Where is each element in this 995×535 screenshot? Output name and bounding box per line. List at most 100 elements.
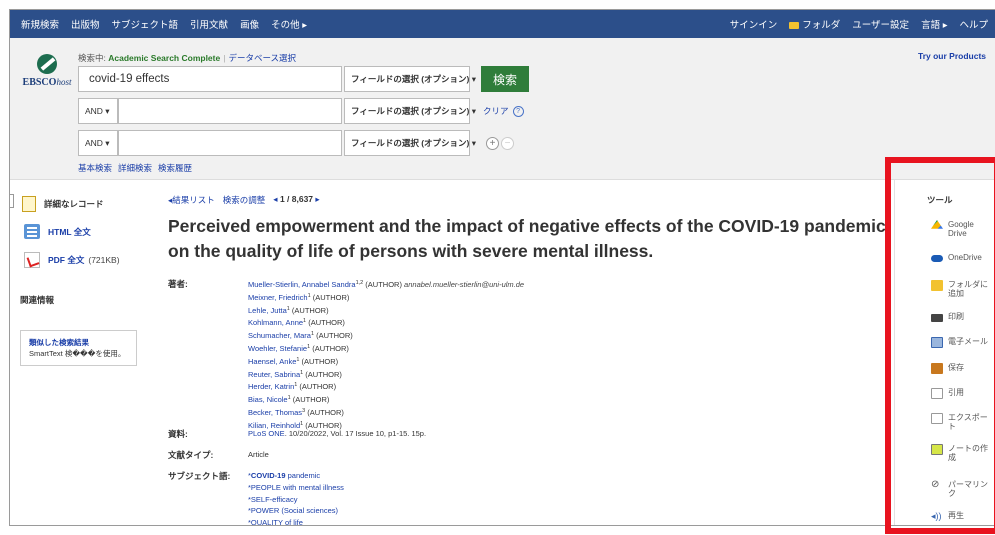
similar-results-link[interactable]: 類似した検索結果 <box>29 337 128 348</box>
nav-item-1[interactable]: 出版物 <box>71 17 100 31</box>
choose-database-link[interactable]: データベース選択 <box>228 53 296 63</box>
tool-permalink[interactable]: ⊘ パーマリンク <box>931 480 994 499</box>
onedrive-icon <box>931 255 943 262</box>
logo-text: EBSCO <box>22 77 57 88</box>
clear-link[interactable]: クリア <box>483 105 509 117</box>
doctype-value: Article <box>248 450 269 459</box>
nav-item-4[interactable]: 画像 <box>240 17 259 31</box>
tool-export[interactable]: エクスポート <box>931 413 994 431</box>
author-link[interactable]: Lehle, Jutta <box>248 306 287 315</box>
try-products-link[interactable]: Try our Products <box>918 51 986 61</box>
field-select-3[interactable]: フィールドの選択 (オプション) ▾ <box>344 130 476 156</box>
primary-nav: 新規検索 出版物 サブジェクト語 引用文献 画像 その他 ▸ <box>10 17 307 31</box>
tool-folder[interactable]: フォルダに追加 <box>931 280 994 298</box>
google-drive-icon <box>931 220 943 229</box>
sidebar-collapse-handle[interactable] <box>10 194 14 208</box>
search-row-3: AND ▾ フィールドの選択 (オプション) ▾ + − <box>78 130 514 156</box>
help-link[interactable]: ヘルプ <box>959 17 988 31</box>
language-menu[interactable]: 言語 ▸ <box>921 17 947 31</box>
tool-label: Google Drive <box>948 220 974 238</box>
search-button[interactable]: 検索 <box>481 66 529 92</box>
detailed-record-item[interactable]: 詳細なレコード <box>22 196 104 212</box>
author-link[interactable]: Becker, Thomas <box>248 408 302 417</box>
next-result-icon[interactable]: ▸ <box>315 194 319 204</box>
add-row-icon[interactable]: + <box>486 136 499 150</box>
pdf-icon <box>24 252 40 268</box>
author-link[interactable]: Haensel, Anke <box>248 357 296 366</box>
authors-label: 著者: <box>168 279 188 289</box>
search-history-link[interactable]: 検索履歴 <box>158 162 192 174</box>
result-position: 1 / 8,637 <box>279 194 314 204</box>
search-input-3[interactable] <box>118 130 342 156</box>
author-role: (AUTHOR) <box>310 292 350 302</box>
subject-link[interactable]: *COVID-19 pandemic <box>248 471 320 480</box>
refine-search-link[interactable]: 検索の調整 <box>223 194 266 206</box>
nav-item-5[interactable]: その他 ▸ <box>271 17 307 31</box>
tool-save[interactable]: 保存 <box>931 363 994 374</box>
signin-link[interactable]: サインイン <box>730 17 778 31</box>
pdf-fulltext-label: PDF 全文 <box>48 255 85 265</box>
subject-link[interactable]: *PEOPLE with mental illness <box>248 483 344 492</box>
subject-link[interactable]: *QUALITY of life <box>248 518 303 525</box>
user-settings-link[interactable]: ユーザー設定 <box>852 17 909 31</box>
nav-item-0[interactable]: 新規検索 <box>21 17 59 31</box>
tool-email[interactable]: 電子メール <box>931 337 994 348</box>
tools-panel: ツール » Google DriveOneDriveフォルダに追加印刷電子メール… <box>894 180 995 525</box>
subjects-list: *COVID-19 pandemic *PEOPLE with mental il… <box>248 470 344 525</box>
email-icon <box>931 337 943 348</box>
author-link[interactable]: Meixner, Friedrich <box>248 293 308 302</box>
field-select-2[interactable]: フィールドの選択 (オプション) ▾ <box>344 98 476 124</box>
author-row: Bias, Nicole1 (AUTHOR) <box>248 393 524 406</box>
database-name: Academic Search Complete <box>108 53 221 63</box>
nav-item-2[interactable]: サブジェクト語 <box>112 17 179 31</box>
tool-print[interactable]: 印刷 <box>931 312 994 322</box>
journal-link[interactable]: PLoS ONE <box>248 429 285 438</box>
author-row: Kohlmann, Anne1 (AUTHOR) <box>248 316 524 329</box>
html-fulltext-link[interactable]: HTML 全文 <box>24 224 91 239</box>
tool-listen[interactable]: ◂)) 再生 <box>931 511 994 522</box>
author-link[interactable]: Kohlmann, Anne <box>248 318 303 327</box>
remove-row-icon[interactable]: − <box>501 136 514 150</box>
pdf-size: (721KB) <box>88 255 120 265</box>
author-link[interactable]: Herder, Katrin <box>248 382 294 391</box>
author-link[interactable]: Woehler, Stefanie <box>248 344 307 353</box>
folder-link[interactable]: フォルダ <box>789 17 840 31</box>
row-controls: + − <box>486 136 514 150</box>
note-icon <box>931 444 943 455</box>
author-link[interactable]: Mueller-Stierlin, Annabel Sandra <box>248 280 356 289</box>
basic-search-link[interactable]: 基本検索 <box>78 162 112 174</box>
boolean-select-3[interactable]: AND ▾ <box>78 130 118 156</box>
tool-note[interactable]: ノートの作成 <box>931 444 994 462</box>
top-navigation-bar: 新規検索 出版物 サブジェクト語 引用文献 画像 その他 ▸ サインイン フォルダ ユーザ… <box>10 10 995 38</box>
author-role: (AUTHOR) <box>290 395 330 405</box>
subject-row: *SELF-efficacy <box>248 494 344 506</box>
result-list-link[interactable]: ◂結果リスト <box>168 194 215 206</box>
boolean-select-2[interactable]: AND ▾ <box>78 98 118 124</box>
help-icon[interactable]: ? <box>512 105 524 117</box>
previous-result-icon[interactable]: ◂ <box>273 194 277 204</box>
subject-link[interactable]: *POWER (Social sciences) <box>248 506 338 515</box>
field-select-1[interactable]: フィールドの選択 (オプション) ▾ <box>344 66 476 92</box>
pdf-fulltext-link[interactable]: PDF 全文 (721KB) <box>24 252 120 268</box>
tool-label: エクスポート <box>948 413 988 431</box>
nav-item-3[interactable]: 引用文献 <box>190 17 228 31</box>
ebscohost-logo[interactable]: EBSCOhost <box>16 54 78 88</box>
export-icon <box>931 413 943 424</box>
tool-cite[interactable]: 引用 <box>931 388 994 399</box>
advanced-search-link[interactable]: 詳細検索 <box>118 162 152 174</box>
search-input-2[interactable] <box>118 98 342 124</box>
tool-google-drive[interactable]: Google Drive <box>931 220 994 238</box>
tools-title: ツール <box>927 195 953 205</box>
author-link[interactable]: Schumacher, Mara <box>248 331 311 340</box>
tool-label: 印刷 <box>948 312 964 321</box>
author-link[interactable]: Bias, Nicole <box>248 395 288 404</box>
subject-link[interactable]: *SELF-efficacy <box>248 495 297 504</box>
tool-label: 再生 <box>948 511 964 520</box>
logo-host-text: host <box>56 77 72 87</box>
tool-onedrive[interactable]: OneDrive <box>931 253 994 262</box>
search-input-1[interactable]: covid-19 effects <box>78 66 342 92</box>
author-row: Reuter, Sabrina1 (AUTHOR) <box>248 368 524 381</box>
html-fulltext-icon <box>24 224 40 239</box>
author-link[interactable]: Reuter, Sabrina <box>248 370 300 379</box>
detailed-record-label: 詳細なレコード <box>44 199 104 209</box>
